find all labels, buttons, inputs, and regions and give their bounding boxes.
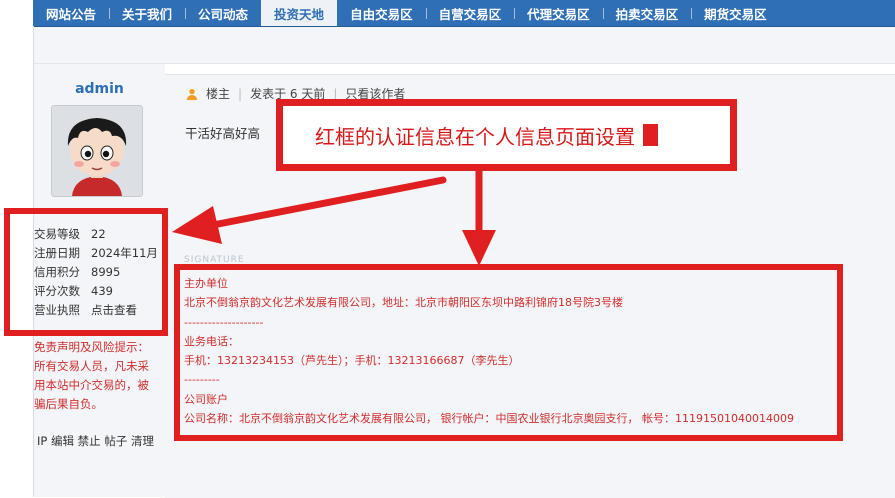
arrow-line-left — [204, 176, 447, 230]
annotation-arrows — [172, 171, 496, 266]
arrow-head-down — [462, 230, 496, 266]
arrow-head-left — [172, 206, 222, 244]
